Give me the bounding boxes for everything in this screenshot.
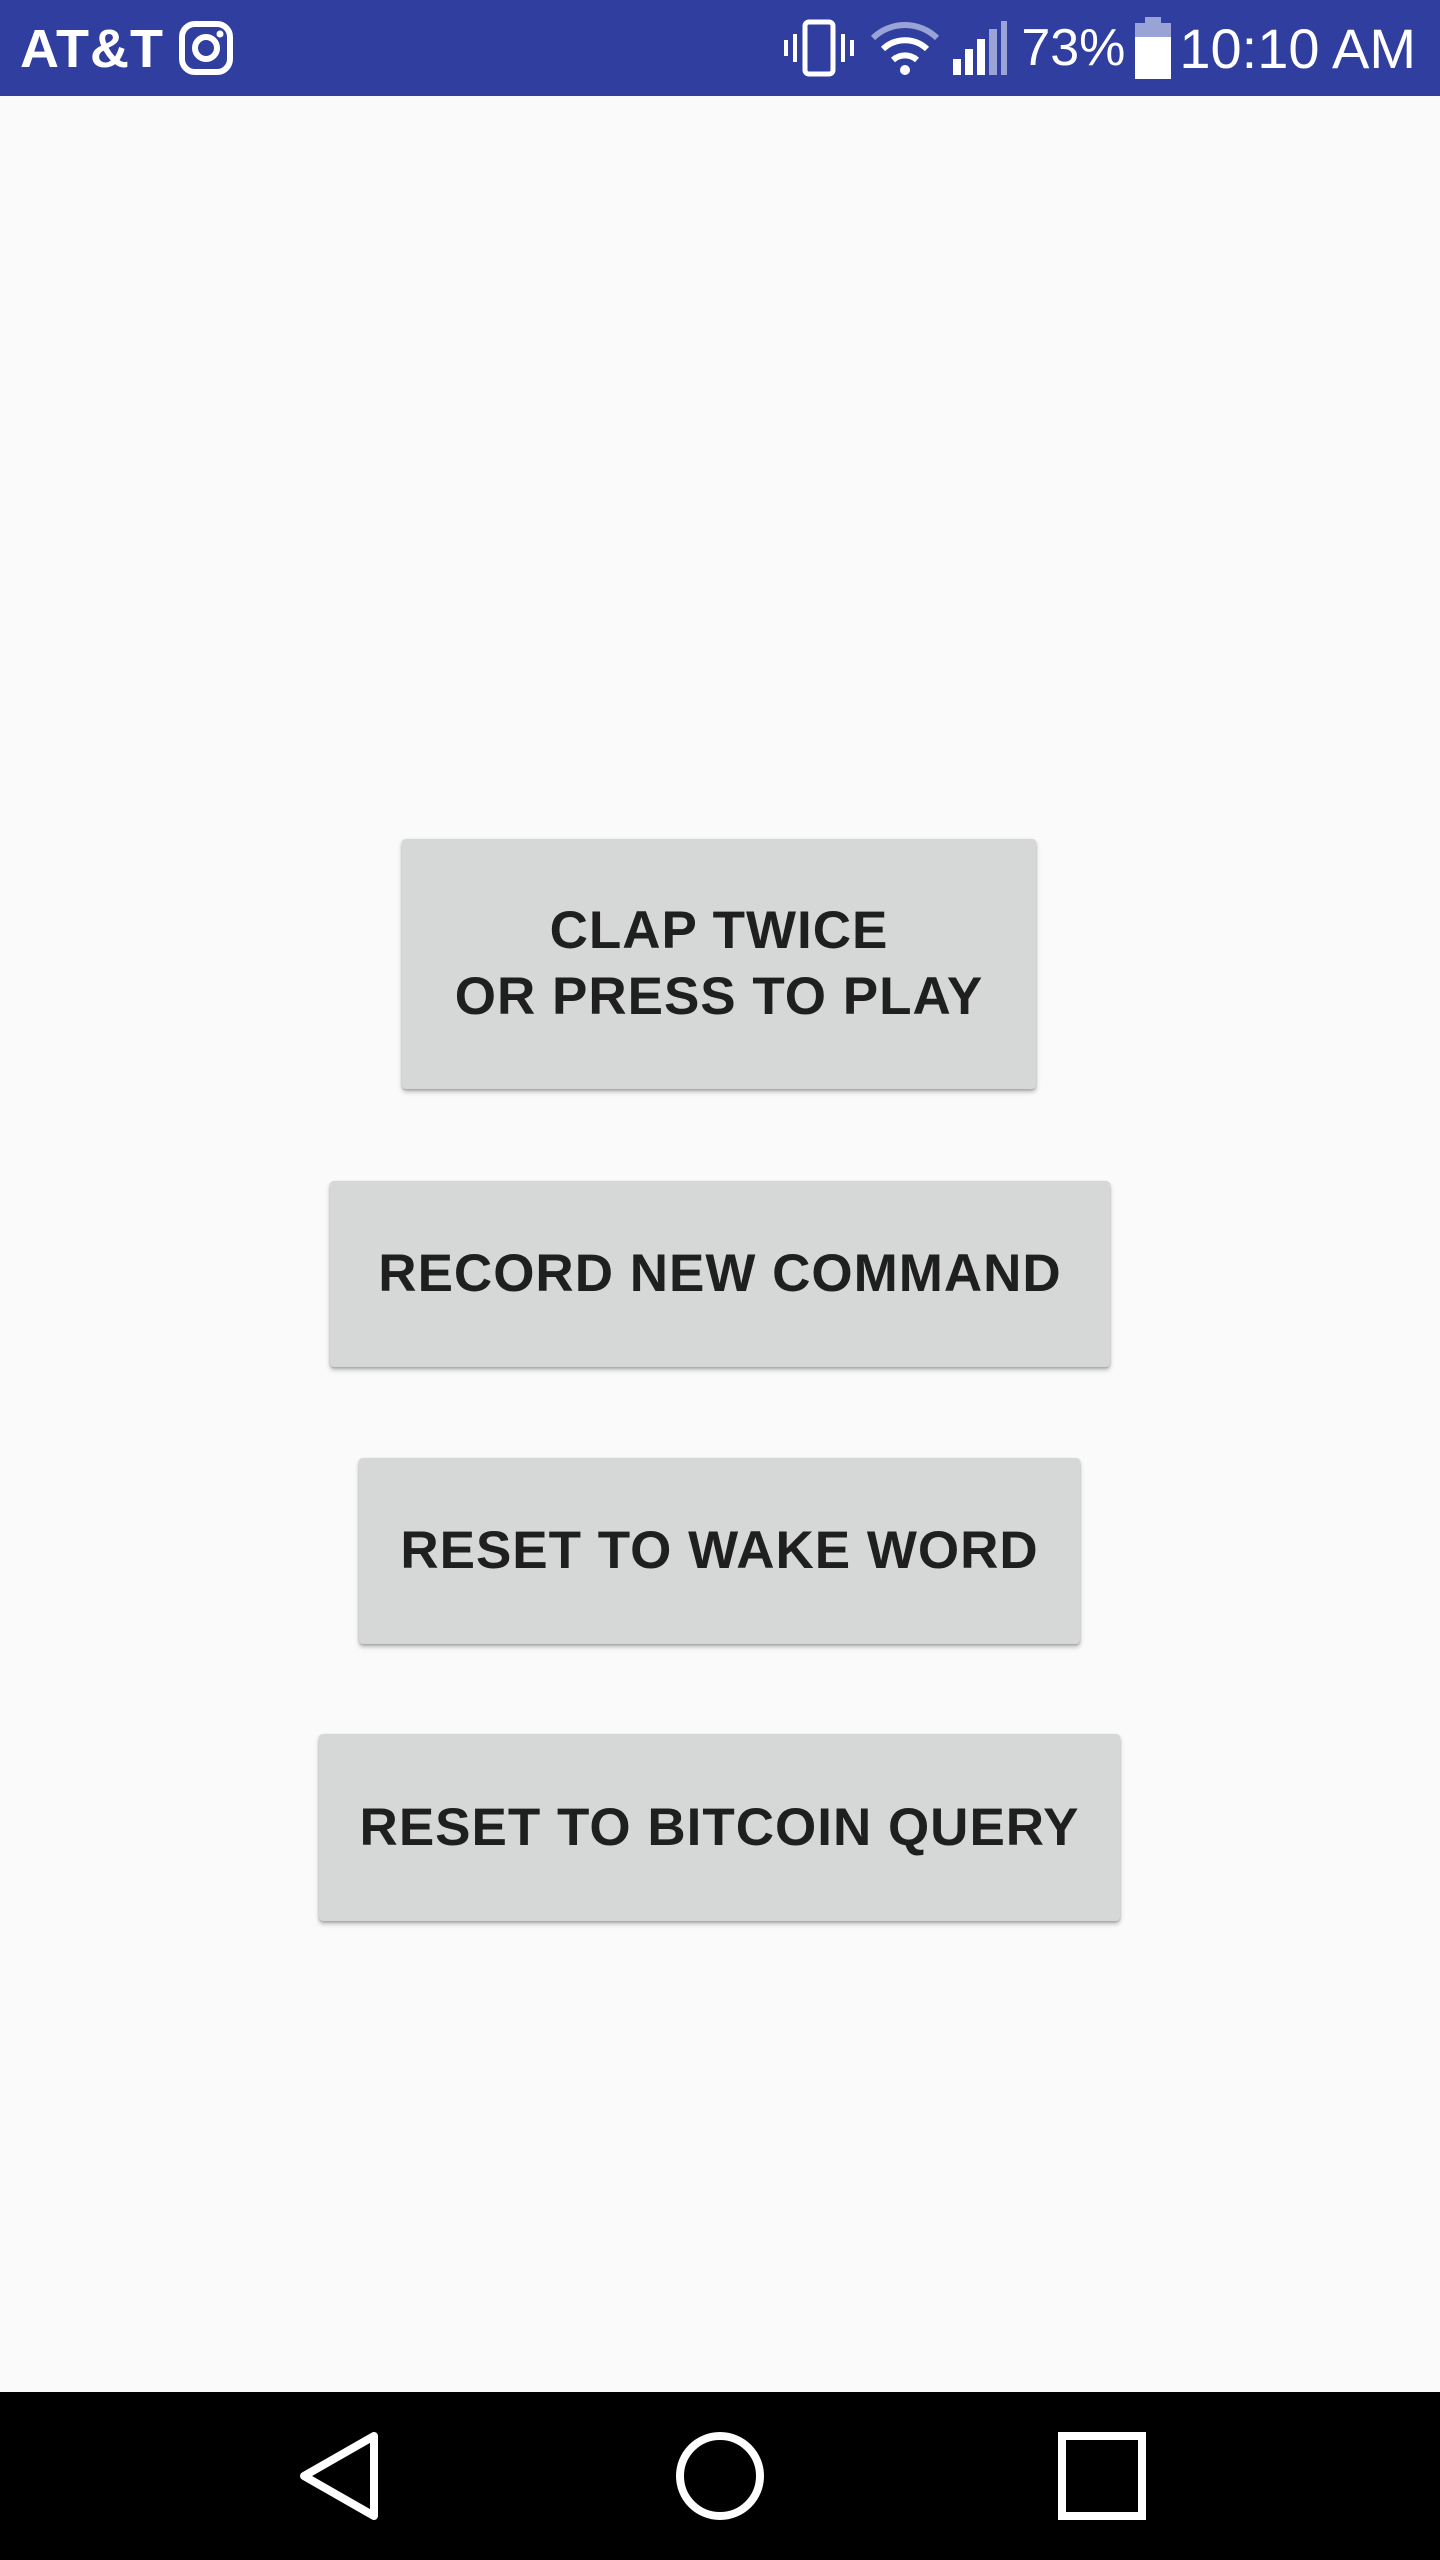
status-bar: AT&T 73% 10:10 AM [0,0,1440,96]
battery-percent: 73% [1021,19,1126,77]
carrier-label: AT&T [20,19,164,79]
main-content: CLAP TWICE OR PRESS TO PLAY RECORD NEW C… [0,96,1440,2392]
recents-icon[interactable] [1054,2428,1150,2524]
clock-time: 10:10 AM [1179,16,1416,80]
record-new-command-button[interactable]: RECORD NEW COMMAND [330,1181,1110,1367]
record-button-label: RECORD NEW COMMAND [378,1244,1062,1303]
signal-icon [951,19,1009,77]
battery-icon [1135,17,1172,79]
back-icon[interactable] [290,2428,386,2524]
play-button[interactable]: CLAP TWICE OR PRESS TO PLAY [402,839,1036,1089]
reset-bitcoin-query-button[interactable]: RESET TO BITCOIN QUERY [319,1734,1120,1921]
vibrate-icon [781,18,857,78]
instagram-icon [178,20,234,76]
home-icon[interactable] [672,2428,768,2524]
reset-wake-word-button[interactable]: RESET TO WAKE WORD [359,1458,1080,1644]
reset-bitcoin-query-label: RESET TO BITCOIN QUERY [359,1797,1080,1857]
navigation-bar [0,2392,1440,2560]
reset-wake-word-label: RESET TO WAKE WORD [400,1521,1039,1580]
play-button-label-line1: CLAP TWICE [549,901,889,960]
wifi-icon [871,20,940,76]
status-icons: 73% 10:10 AM [781,0,1416,96]
play-button-label-line2: OR PRESS TO PLAY [454,967,984,1026]
